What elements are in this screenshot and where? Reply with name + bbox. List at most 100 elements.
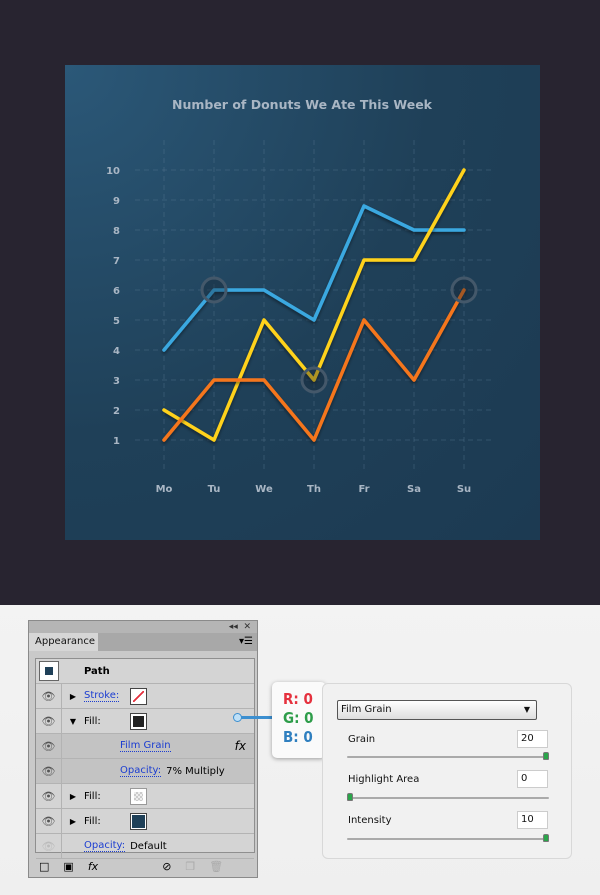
y-tick-label: 10 (106, 166, 120, 177)
data-point (262, 318, 266, 322)
row-value: Default (130, 840, 167, 852)
x-tick-label: Sa (407, 484, 421, 495)
fx-button[interactable]: fx (88, 860, 98, 873)
highlight-ring (300, 366, 328, 394)
highlight-input[interactable]: 0 (517, 770, 548, 788)
data-point (312, 438, 316, 442)
panel-footer: □ ▣ fx ⊘ ❐ 🗑 (29, 855, 257, 877)
row-label[interactable]: Film Grain (120, 740, 171, 752)
x-tick-label: Mo (156, 484, 173, 495)
grain-input[interactable]: 20 (517, 730, 548, 748)
data-point (162, 348, 166, 352)
visibility-eye-icon[interactable]: 👁 (36, 784, 62, 808)
highlight-slider[interactable] (347, 793, 549, 801)
effect-select[interactable]: Film Grain ▼ (337, 700, 537, 720)
panel-menu-icon[interactable]: ▾☰ (239, 636, 253, 647)
fill-swatch[interactable] (130, 713, 147, 730)
visibility-eye-icon[interactable]: 👁 (36, 734, 62, 758)
appearance-row[interactable]: 👁 Film Grain fx (36, 734, 254, 759)
y-tick-label: 4 (113, 346, 120, 357)
appearance-row[interactable]: 👁 ▼ Fill: (36, 709, 254, 734)
data-point (362, 204, 366, 208)
tab-appearance[interactable]: Appearance (29, 633, 98, 651)
y-tick-label: 8 (113, 226, 120, 237)
film-grain-dialog: Film Grain ▼ Grain 20 Highlight Area 0 In… (322, 683, 572, 859)
line-chart: Number of Donuts We Ate This Week Mo Tu We T… (106, 97, 495, 495)
visibility-eye-icon[interactable]: 👁 (36, 759, 62, 783)
rgb-callout: R: 0 G: 0 B: 0 (272, 682, 326, 758)
highlight-thumb[interactable] (347, 793, 353, 801)
data-point (412, 378, 416, 382)
data-point (362, 258, 366, 262)
fill-swatch[interactable] (130, 813, 147, 830)
blue-value: B: 0 (283, 728, 313, 746)
intensity-thumb[interactable] (543, 834, 549, 842)
row-value: 7% Multiply (166, 765, 225, 777)
green-value: G: 0 (283, 709, 314, 727)
visibility-eye-icon[interactable]: 👁 (36, 684, 62, 708)
duplicate-icon[interactable]: ❐ (185, 860, 195, 873)
x-tick-label: We (255, 484, 273, 495)
data-point (212, 378, 216, 382)
intensity-input[interactable]: 10 (517, 811, 548, 829)
chart-card: Number of Donuts We Ate This Week Mo Tu We T… (65, 65, 540, 540)
grain-label: Grain (348, 734, 376, 745)
appearance-row[interactable]: 👁 Opacity: 7% Multiply (36, 759, 254, 784)
triangle-right-icon[interactable]: ▶ (66, 792, 80, 801)
trash-icon[interactable]: 🗑 (209, 860, 223, 873)
highlight-ring (200, 276, 228, 304)
red-value: R: 0 (283, 690, 313, 708)
x-tick-label: Th (307, 484, 321, 495)
row-label[interactable]: Opacity: (120, 765, 162, 777)
data-point (162, 408, 166, 412)
chevron-down-icon: ▼ (523, 705, 530, 714)
data-point (462, 228, 466, 232)
y-tick-label: 2 (113, 406, 120, 417)
appearance-panel: ◂◂ ✕ Appearance ▾☰ Path 👁 ▶ Stroke: 👁 ▼ Fill: 👁… (28, 620, 258, 878)
triangle-right-icon[interactable]: ▶ (66, 692, 80, 701)
panel-controls[interactable]: ◂◂ ✕ (29, 621, 257, 633)
data-point (412, 258, 416, 262)
data-point (162, 438, 166, 442)
path-title: Path (84, 665, 110, 677)
data-point (262, 378, 266, 382)
intensity-slider[interactable] (347, 834, 549, 842)
triangle-down-icon[interactable]: ▼ (66, 717, 80, 726)
highlight-label: Highlight Area (348, 774, 420, 785)
appearance-row[interactable]: 👁 ▶ Stroke: (36, 684, 254, 709)
row-label: Fill: (84, 715, 101, 727)
data-point (212, 438, 216, 442)
x-tick-label: Tu (208, 484, 221, 495)
grain-thumb[interactable] (543, 752, 549, 760)
appearance-row[interactable]: 👁 ▶ Fill: (36, 809, 254, 834)
y-tick-label: 6 (113, 286, 120, 297)
appearance-row[interactable]: 👁 ▶ Fill: (36, 784, 254, 809)
connector-dot (233, 713, 242, 722)
stroke-swatch[interactable] (130, 688, 147, 705)
fx-icon[interactable]: fx (235, 739, 246, 753)
intensity-label: Intensity (348, 815, 392, 826)
row-label[interactable]: Stroke: (84, 690, 120, 702)
path-row[interactable]: Path (36, 659, 254, 684)
add-fill-icon[interactable]: ▣ (63, 860, 73, 873)
visibility-eye-icon[interactable]: 👁 (36, 809, 62, 833)
path-thumbnail (39, 661, 59, 681)
triangle-right-icon[interactable]: ▶ (66, 817, 80, 826)
y-tick-label: 9 (113, 196, 120, 207)
y-tick-label: 5 (113, 316, 120, 327)
y-tick-label: 1 (113, 436, 120, 447)
highlight-ring (450, 276, 478, 304)
clear-icon[interactable]: ⊘ (162, 860, 171, 873)
effect-select-value: Film Grain (341, 704, 392, 715)
fill-swatch[interactable] (130, 788, 147, 805)
data-point (412, 228, 416, 232)
y-tick-label: 3 (113, 376, 120, 387)
visibility-eye-icon[interactable]: 👁 (36, 709, 62, 733)
data-point (312, 318, 316, 322)
y-tick-label: 7 (113, 256, 120, 267)
row-label: Fill: (84, 790, 101, 802)
add-stroke-icon[interactable]: □ (39, 860, 49, 873)
row-label: Fill: (84, 815, 101, 827)
row-label[interactable]: Opacity: (84, 840, 126, 852)
grain-slider[interactable] (347, 752, 549, 760)
